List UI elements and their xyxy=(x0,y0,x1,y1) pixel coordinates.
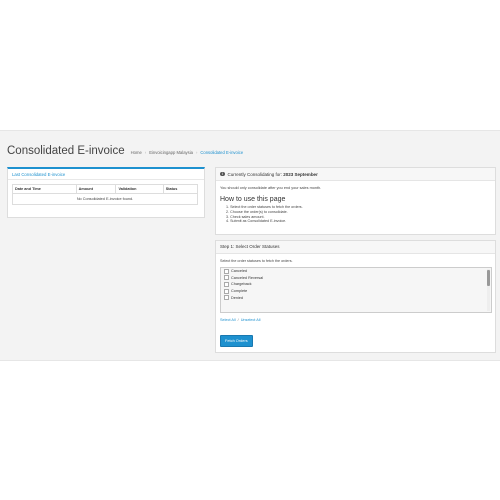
link-separator: / xyxy=(237,318,239,322)
step1-title: Step 1: Select Order Statuses xyxy=(216,241,495,254)
column-header-status: Status xyxy=(162,184,199,194)
page-content: Consolidated E-invoice Home › Einvoicing… xyxy=(0,130,500,361)
select-note: Select the order statuses to fetch the o… xyxy=(220,259,293,263)
status-option-complete[interactable]: Complete xyxy=(221,288,491,295)
column-header-validation: Validation xyxy=(115,184,164,194)
invoice-table: Date and Time Amount Validation Status N… xyxy=(12,184,199,205)
checkbox[interactable] xyxy=(224,288,229,294)
fetch-orders-button[interactable]: Fetch Orders xyxy=(220,335,253,347)
page-header: Consolidated E-invoice Home › Einvoicing… xyxy=(7,145,243,157)
status-label: Complete xyxy=(231,289,248,294)
last-consolidated-panel: Last Consolidated E-invoice Date and Tim… xyxy=(7,167,205,218)
unselect-all-link[interactable]: Unselect All xyxy=(241,318,261,322)
select-all-link[interactable]: Select All xyxy=(220,318,236,322)
column-header-amount: Amount xyxy=(75,184,117,194)
status-label: Denied xyxy=(231,295,244,300)
checkbox[interactable] xyxy=(224,275,229,281)
breadcrumb-home[interactable]: Home xyxy=(131,150,142,155)
checkbox[interactable] xyxy=(224,295,229,301)
table-row: No Consolidated E-invoice found. xyxy=(12,193,198,205)
status-option-chargeback[interactable]: Chargeback xyxy=(221,281,491,288)
checkbox[interactable] xyxy=(224,268,229,274)
status-option-canceled-reversal[interactable]: Canceled Reversal xyxy=(221,275,491,282)
scroll-thumb[interactable] xyxy=(487,270,490,286)
breadcrumb-separator: › xyxy=(195,150,198,155)
column-header-date: Date and Time xyxy=(12,184,77,194)
empty-message: No Consolidated E-invoice found. xyxy=(12,193,198,205)
status-option-denied[interactable]: Denied xyxy=(221,294,491,301)
breadcrumb: Home › Einvoicingapp Malaysia › Consolid… xyxy=(131,150,244,155)
current-period-panel: i Currently Consolidating for: 2023 Sept… xyxy=(215,167,496,235)
breadcrumb-current[interactable]: Consolidated E-invoice xyxy=(200,150,243,155)
howto-steps: 1. Select the order statuses to fetch th… xyxy=(226,205,303,224)
howto-title: How to use this page xyxy=(220,196,286,203)
select-links: Select All / Unselect All xyxy=(220,318,261,322)
current-period-value: 2023 September xyxy=(283,171,318,177)
status-label: Chargeback xyxy=(231,282,252,287)
list-item: 4. Submit as Consolidated E-invoice. xyxy=(226,219,287,224)
status-list-scrollbar[interactable] xyxy=(487,269,490,311)
status-label: Canceled xyxy=(231,269,248,274)
table-header-row: Date and Time Amount Validation Status xyxy=(12,184,199,194)
last-consolidated-title: Last Consolidated E-invoice xyxy=(8,169,204,180)
page-title: Consolidated E-invoice xyxy=(7,145,125,157)
breadcrumb-separator: › xyxy=(144,150,147,155)
status-label: Canceled Reversal xyxy=(231,275,264,280)
current-period-label: Currently Consolidating for: xyxy=(227,171,283,177)
status-option-canceled[interactable]: Canceled xyxy=(221,268,491,275)
step1-panel: Step 1: Select Order Statuses Select the… xyxy=(215,240,496,353)
checkbox[interactable] xyxy=(224,281,229,287)
status-checklist[interactable]: Canceled Canceled Reversal Chargeback Co… xyxy=(220,267,492,313)
current-period-header: i Currently Consolidating for: 2023 Sept… xyxy=(216,168,495,181)
breadcrumb-module[interactable]: Einvoicingapp Malaysia xyxy=(149,150,193,155)
info-icon: i xyxy=(220,171,225,177)
consolidate-note: You should only consolidate after you en… xyxy=(220,186,322,190)
